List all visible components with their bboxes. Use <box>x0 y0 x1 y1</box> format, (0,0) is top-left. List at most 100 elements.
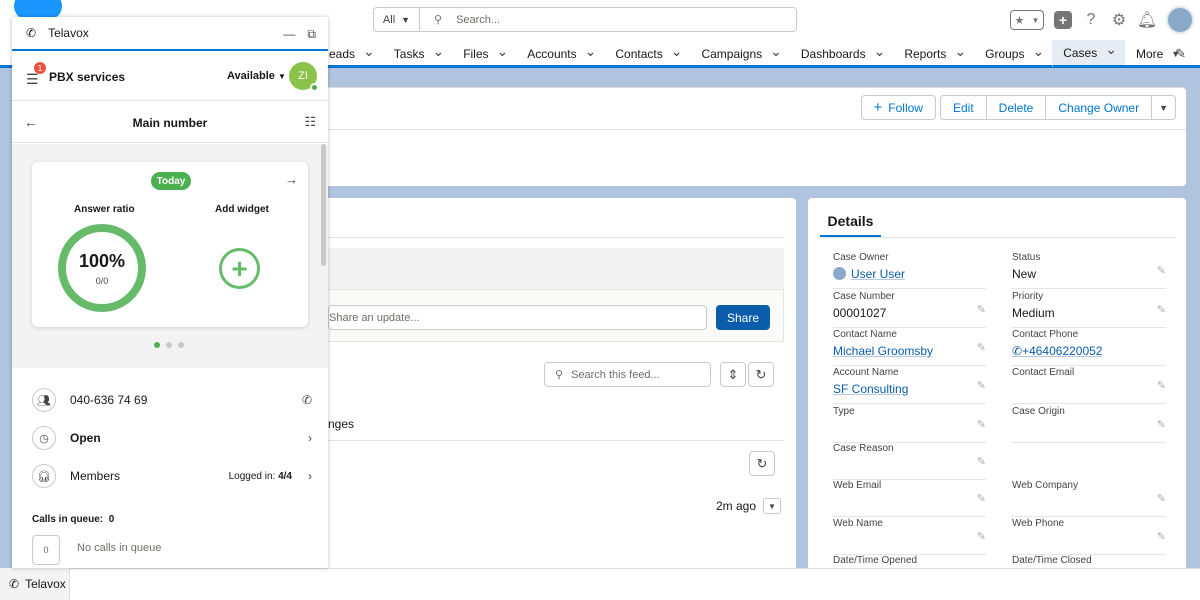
menu-icon[interactable]: ☰ <box>26 71 39 88</box>
chevron-down-icon[interactable]: ⌄ <box>363 43 375 60</box>
queue-count-box: 0 <box>32 535 60 565</box>
field-priority: Priority Medium ✎ <box>1012 291 1166 328</box>
nav-item-accounts[interactable]: Accounts ⌄ <box>516 40 604 68</box>
carousel-dot[interactable] <box>154 342 160 348</box>
edit-pencil-icon[interactable]: ✎ <box>1157 303 1166 316</box>
settings-sliders-icon[interactable]: ☷ <box>304 114 316 130</box>
edit-pencil-icon[interactable]: ✎ <box>1157 418 1166 431</box>
feed-search-input[interactable]: ⚲ Search this feed... <box>544 362 711 387</box>
pbx-services-label: PBX services <box>49 70 126 84</box>
chevron-down-icon[interactable]: ⌄ <box>432 43 444 60</box>
search-scope-select[interactable]: All ▼ <box>374 8 420 31</box>
popout-icon[interactable]: ⧉ <box>307 27 316 42</box>
edit-pencil-icon[interactable]: ✎ <box>977 492 986 505</box>
share-update-input[interactable]: Share an update... <box>328 305 707 330</box>
nav-item-campaigns[interactable]: Campaigns ⌄ <box>690 40 789 68</box>
field-contact-name: Contact Name Michael Groomsby ✎ <box>833 329 986 366</box>
feed-item-timestamp[interactable]: 2m ago <box>716 499 756 513</box>
main-number-bar: ← Main number ☷ <box>12 102 328 143</box>
chevron-down-icon[interactable]: ⌄ <box>1032 43 1044 60</box>
share-button[interactable]: Share <box>716 305 770 330</box>
user-avatar[interactable] <box>1166 6 1194 34</box>
arrow-right-icon[interactable]: → <box>285 172 298 187</box>
phone-icon[interactable]: ✆ <box>302 393 312 407</box>
edit-button[interactable]: Edit <box>939 95 987 120</box>
divider <box>820 237 1176 238</box>
caret-down-icon: ▼ <box>1159 102 1168 113</box>
edit-pencil-icon[interactable]: ✎ <box>977 341 986 354</box>
caret-down-icon: ▼ <box>1031 15 1040 25</box>
nav-item-contacts[interactable]: Contacts ⌄ <box>604 40 690 68</box>
today-badge[interactable]: Today <box>151 172 191 190</box>
carousel-dot[interactable] <box>178 342 184 348</box>
edit-pencil-icon[interactable]: ✎ <box>977 379 986 392</box>
edit-pencil-icon[interactable]: ✎ <box>977 303 986 316</box>
global-actions-button[interactable]: + <box>1054 11 1072 29</box>
scrollbar[interactable] <box>321 144 326 266</box>
members-row[interactable]: 🎧︎ Members Logged in: 4/4 › <box>32 457 312 495</box>
edit-pencil-icon[interactable]: ✎ <box>1157 264 1166 277</box>
edit-nav-pencil-icon[interactable]: ✎ <box>1175 46 1186 62</box>
nav-item-files[interactable]: Files ⌄ <box>452 40 516 68</box>
minimize-icon[interactable]: — <box>283 27 295 42</box>
divider <box>328 440 784 441</box>
chevron-down-icon[interactable]: ⌄ <box>585 43 597 60</box>
caret-down-icon: ▼ <box>401 14 411 25</box>
carousel-dot[interactable] <box>166 342 172 348</box>
delete-button[interactable]: Delete <box>985 95 1047 120</box>
feed-filter-button[interactable]: ⇕ <box>720 362 746 387</box>
edit-pencil-icon[interactable]: ✎ <box>1157 530 1166 543</box>
search-input[interactable]: ⚲ Search... <box>420 8 796 31</box>
edit-pencil-icon[interactable]: ✎ <box>1157 492 1166 505</box>
help-icon[interactable]: ? <box>1082 11 1100 29</box>
feed-item-menu-button[interactable]: ▼ <box>763 498 781 514</box>
chevron-down-icon[interactable]: ⌄ <box>874 43 886 60</box>
chevron-down-icon[interactable]: ⌄ <box>671 43 683 60</box>
field-value[interactable]: User User <box>833 267 905 281</box>
more-actions-button[interactable]: ▼ <box>1151 95 1176 120</box>
add-widget-plus-icon[interactable]: + <box>219 248 260 289</box>
carousel-dots <box>154 342 184 348</box>
divider <box>328 129 1186 130</box>
utility-bar-telavox-tab[interactable]: ✆ Telavox <box>0 568 70 600</box>
feed-item-refresh-button[interactable]: ↻ <box>749 451 775 476</box>
nav-item-dashboards[interactable]: Dashboards ⌄ <box>790 40 893 68</box>
phone-number-row[interactable]: 👥︎ 040-636 74 69 ✆ <box>32 381 312 419</box>
field-value[interactable]: SF Consulting <box>833 382 908 396</box>
edit-pencil-icon[interactable]: ✎ <box>977 455 986 468</box>
chevron-down-icon[interactable]: ⌄ <box>954 43 966 60</box>
nav-item-leads[interactable]: eads ⌄ <box>328 40 383 68</box>
chevron-down-icon[interactable]: ⌄ <box>1105 41 1117 58</box>
pbx-bar: ☰ 1 PBX services Available ▼ ZI <box>12 53 328 101</box>
change-owner-button[interactable]: Change Owner <box>1045 95 1153 120</box>
gear-icon[interactable]: ⚙ <box>1110 11 1128 29</box>
edit-pencil-icon[interactable]: ✎ <box>1157 379 1166 392</box>
answer-ratio-label: Answer ratio <box>74 204 135 215</box>
follow-button[interactable]: + Follow <box>860 95 936 120</box>
chevron-down-icon[interactable]: ⌄ <box>770 43 782 60</box>
tab-details[interactable]: Details <box>820 206 881 238</box>
bell-icon[interactable]: 🔔︎ <box>1137 11 1157 29</box>
nav-item-cases[interactable]: Cases ⌄ <box>1052 40 1125 68</box>
edit-pencil-icon[interactable]: ✎ <box>977 530 986 543</box>
availability-select[interactable]: Available ▼ <box>227 70 286 82</box>
nav-item-tasks[interactable]: Tasks ⌄ <box>383 40 452 68</box>
favorites-button[interactable]: ★ ▼ <box>1010 10 1044 30</box>
answer-ratio-gauge: 100% 0/0 <box>58 224 146 312</box>
edit-pencil-icon[interactable]: ✎ <box>977 418 986 431</box>
headset-icon: 🎧︎ <box>32 464 56 488</box>
field-account-name: Account Name SF Consulting ✎ <box>833 367 986 404</box>
presence-indicator <box>310 83 319 92</box>
nav-item-groups[interactable]: Groups ⌄ <box>974 40 1052 68</box>
feed-refresh-button[interactable]: ↻ <box>748 362 774 387</box>
phone-icon: ✆ <box>26 26 37 40</box>
stats-card: Today → Answer ratio Add widget 100% 0/0… <box>32 162 308 327</box>
open-status-row[interactable]: ◷ Open › <box>32 419 312 457</box>
field-value[interactable]: ✆+46406220052 <box>1012 344 1102 358</box>
field-type: Type ✎ <box>833 406 986 443</box>
collapse-icon: ⇕ <box>727 366 739 382</box>
field-status: Status New ✎ <box>1012 252 1166 289</box>
chevron-down-icon[interactable]: ⌄ <box>497 43 509 60</box>
field-value[interactable]: Michael Groomsby <box>833 344 933 358</box>
nav-item-reports[interactable]: Reports ⌄ <box>893 40 974 68</box>
